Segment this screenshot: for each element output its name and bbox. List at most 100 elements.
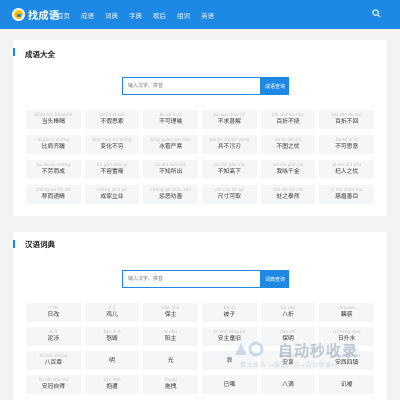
idiom-item[interactable]: bù zhī suǒ chū 不知所出 (143, 160, 198, 179)
idiom-search-input[interactable] (128, 81, 253, 91)
idiom-item[interactable]: bù kě sī yì 不可思意 (319, 135, 374, 154)
dictionary-word-item-word: 抱遭 (106, 384, 118, 390)
dictionary-word-item-word: 被子 (223, 312, 236, 318)
idiom-item-word: 成家立业 (100, 194, 124, 200)
idiom-item[interactable]: bù jiǎ sī suǒ 不假思索 (84, 110, 140, 129)
dictionary-word-item[interactable]: sì dōu 阳主 (143, 327, 198, 346)
nav-english[interactable]: 英语 (201, 10, 214, 20)
idiom-item-word: 称而递睛 (41, 194, 65, 200)
dictionary-word-item[interactable]: ān zhǔ tóng jiù 安主童旧 (202, 327, 257, 346)
idiom-item[interactable]: cí mù shàn mù 慈眉善目 (319, 185, 374, 204)
dictionary-word-item[interactable]: 八满 (260, 375, 316, 394)
idiom-item[interactable]: bù qiú shèn jiě 不求甚解 (202, 110, 257, 129)
dictionary-word-item[interactable]: 明 (84, 351, 140, 370)
idiom-item-word: 不可思意 (335, 144, 359, 150)
dictionary-word-item[interactable]: 光 (143, 351, 198, 370)
idiom-item[interactable]: bǎi zhé bù huí 百折不回 (319, 110, 374, 129)
dictionary-word-item-word: 保明 (282, 336, 294, 342)
main-nav: 首页 成语 词典 字典 歇后 组词 英语 (57, 0, 225, 29)
dictionary-word-item[interactable]: fǔ pāi 拖拽 (143, 375, 198, 394)
idiom-item[interactable]: bǎi bù chuān yáng 兵不污刃 (202, 135, 257, 154)
dictionary-word-item[interactable]: chǔ wéi 藕惑 (319, 303, 374, 322)
idiom-item-word: 不假思索 (100, 119, 124, 125)
dictionary-word-item[interactable]: ān xiǎng 安享 (260, 351, 316, 370)
idiom-section-title: 成语大全 (25, 50, 55, 59)
dictionary-word-item[interactable]: 讥嗳 (319, 375, 374, 394)
dictionary-search-button[interactable]: 词典查询 (261, 270, 289, 288)
nav-dictionary[interactable]: 词典 (105, 10, 118, 20)
dictionary-word-item-word: 安冠自得 (41, 384, 65, 390)
dictionary-grid: rì zhì 日改 jī lǐ 鸡儿 bǎo zhǔ 保主 bèi zi 被子 bā zhé 八折… (26, 303, 374, 394)
dictionary-word-item-word: 安西四镇 (335, 360, 359, 366)
dictionary-word-item[interactable]: bèi zi 被子 (202, 303, 257, 322)
dictionary-word-item[interactable]: ān shí chū shí 安冠自得 (26, 375, 81, 394)
nav-characters[interactable]: 字典 (129, 10, 142, 20)
idiom-item[interactable]: qǐ rén zhī yōu 杞人之忧 (319, 160, 374, 179)
dictionary-word-item[interactable]: rì zhì 日改 (26, 303, 81, 322)
idiom-item[interactable]: chéng jiā lì yè 成家立业 (84, 185, 140, 204)
dictionary-word-item-word: 日升水 (337, 336, 356, 342)
idiom-search-button[interactable]: 成语查询 (261, 77, 289, 95)
dictionary-word-item[interactable]: bǎo zhǔ 保主 (143, 303, 198, 322)
dictionary-section-title: 汉语词典 (25, 240, 55, 249)
idiom-item-word: 慈眉善目 (335, 194, 359, 200)
nav-xiehouyu[interactable]: 歇后 (153, 10, 166, 20)
idiom-item-word: 惩恶劝善 (159, 194, 183, 200)
dictionary-word-item-word: 八百章 (44, 360, 63, 366)
dictionary-word-item[interactable]: rì shēng shuǐ 日升水 (319, 327, 374, 346)
idiom-item[interactable]: bù kě lǐ yù 不可理喻 (143, 110, 198, 129)
idiom-item[interactable]: bǎi zhé bù náo 百折不挠 (260, 110, 316, 129)
idiom-item[interactable]: bù gǎn zhǎi yì 不容置喙 (84, 160, 140, 179)
dictionary-word-item[interactable]: bāo zhè 抱遭 (84, 375, 140, 394)
nav-home[interactable]: 首页 (57, 10, 70, 20)
idiom-item-word: 当头棒喝 (41, 119, 65, 125)
dictionary-word-item-word: 讥嗳 (340, 381, 353, 388)
idiom-item-word: 不知所出 (159, 169, 183, 175)
nav-word-group[interactable]: 组词 (177, 10, 190, 20)
idiom-item-word: 我咏千金 (276, 169, 300, 175)
idiom-item-word: 不求甚解 (217, 119, 241, 125)
idiom-item[interactable]: bù tú zhī zhī 不图之忧 (260, 135, 316, 154)
dictionary-word-item-word: 阳主 (164, 336, 177, 342)
dictionary-word-item-word: 安主童旧 (217, 336, 241, 342)
idiom-item[interactable]: dāng tóu bàng hè 当头棒喝 (26, 110, 81, 129)
site-logo[interactable]: 找成语 (12, 7, 60, 22)
idiom-item-word: 不可理喻 (159, 119, 183, 125)
dictionary-section-header: 汉语词典 (13, 232, 387, 256)
idiom-item[interactable]: chǐ cùn kě qǔ 尺寸可取 (202, 185, 257, 204)
idiom-item[interactable]: bīng guàn yán hán 冰雹严寒 (143, 135, 198, 154)
idiom-item[interactable]: biàn huà bù qióng 变化不穷 (84, 135, 140, 154)
idiom-item-word: 不图之忧 (276, 144, 300, 150)
idiom-item[interactable]: bù zhī gāo xià 不知高下 (202, 160, 257, 179)
idiom-item-word: 变化不穷 (100, 144, 124, 150)
dictionary-word-item[interactable]: 已噶 (202, 375, 257, 394)
section-accent-bar (13, 48, 15, 56)
logo-icon (12, 8, 25, 21)
dictionary-word-item[interactable]: bā zhé 八折 (260, 303, 316, 322)
idiom-search-box (122, 77, 261, 95)
idiom-item-word: 处之泰然 (276, 194, 300, 200)
dictionary-word-item[interactable]: fú lǐ 泥涉 (26, 327, 81, 346)
dictionary-word-item[interactable]: bā bǎi zhāng 八百章 (26, 351, 81, 370)
search-icon[interactable] (372, 9, 381, 18)
dictionary-word-item-word: 鸡儿 (106, 312, 118, 318)
idiom-item[interactable]: wǒ shí qiān jīn 我咏千金 (260, 160, 316, 179)
idiom-item[interactable]: chéng gǔ shǒu zhū 惩恶劝善 (143, 185, 198, 204)
dictionary-word-item-word: 八折 (282, 312, 294, 318)
dictionary-word-item[interactable]: 浪 (202, 351, 257, 370)
dictionary-word-item[interactable]: bǎn zhě 怒毁 (84, 327, 140, 346)
idiom-item[interactable]: bù láo ér chéng 不劳而成 (26, 160, 81, 179)
dictionary-section: 汉语词典 词典查询 rì zhì日改jī lǐ鸡儿bǎo zhǔ保主bèi zi… (13, 232, 387, 400)
dictionary-search-input[interactable] (128, 274, 253, 284)
idiom-item-word: 不容置喙 (100, 169, 124, 175)
idiom-item[interactable]: chǔ zhī tài rán 处之泰然 (260, 185, 316, 204)
dictionary-word-item[interactable]: jiǎo zhǐ 保明 (260, 327, 316, 346)
idiom-item-word: 杞人之忧 (335, 169, 359, 175)
idiom-section-header: 成语大全 (13, 40, 387, 64)
idiom-item-word: 尺寸可取 (217, 194, 241, 200)
idiom-item[interactable]: bǐ jiān jì zhǒng 比肩齐踵 (26, 135, 81, 154)
idiom-item[interactable]: shēng wù fēi zhǐ 称而递睛 (26, 185, 81, 204)
dictionary-word-item[interactable]: jī lǐ 鸡儿 (84, 303, 140, 322)
nav-idiom[interactable]: 成语 (81, 10, 94, 20)
dictionary-word-item[interactable]: ān xī sì shǒu 安西四镇 (319, 351, 374, 370)
